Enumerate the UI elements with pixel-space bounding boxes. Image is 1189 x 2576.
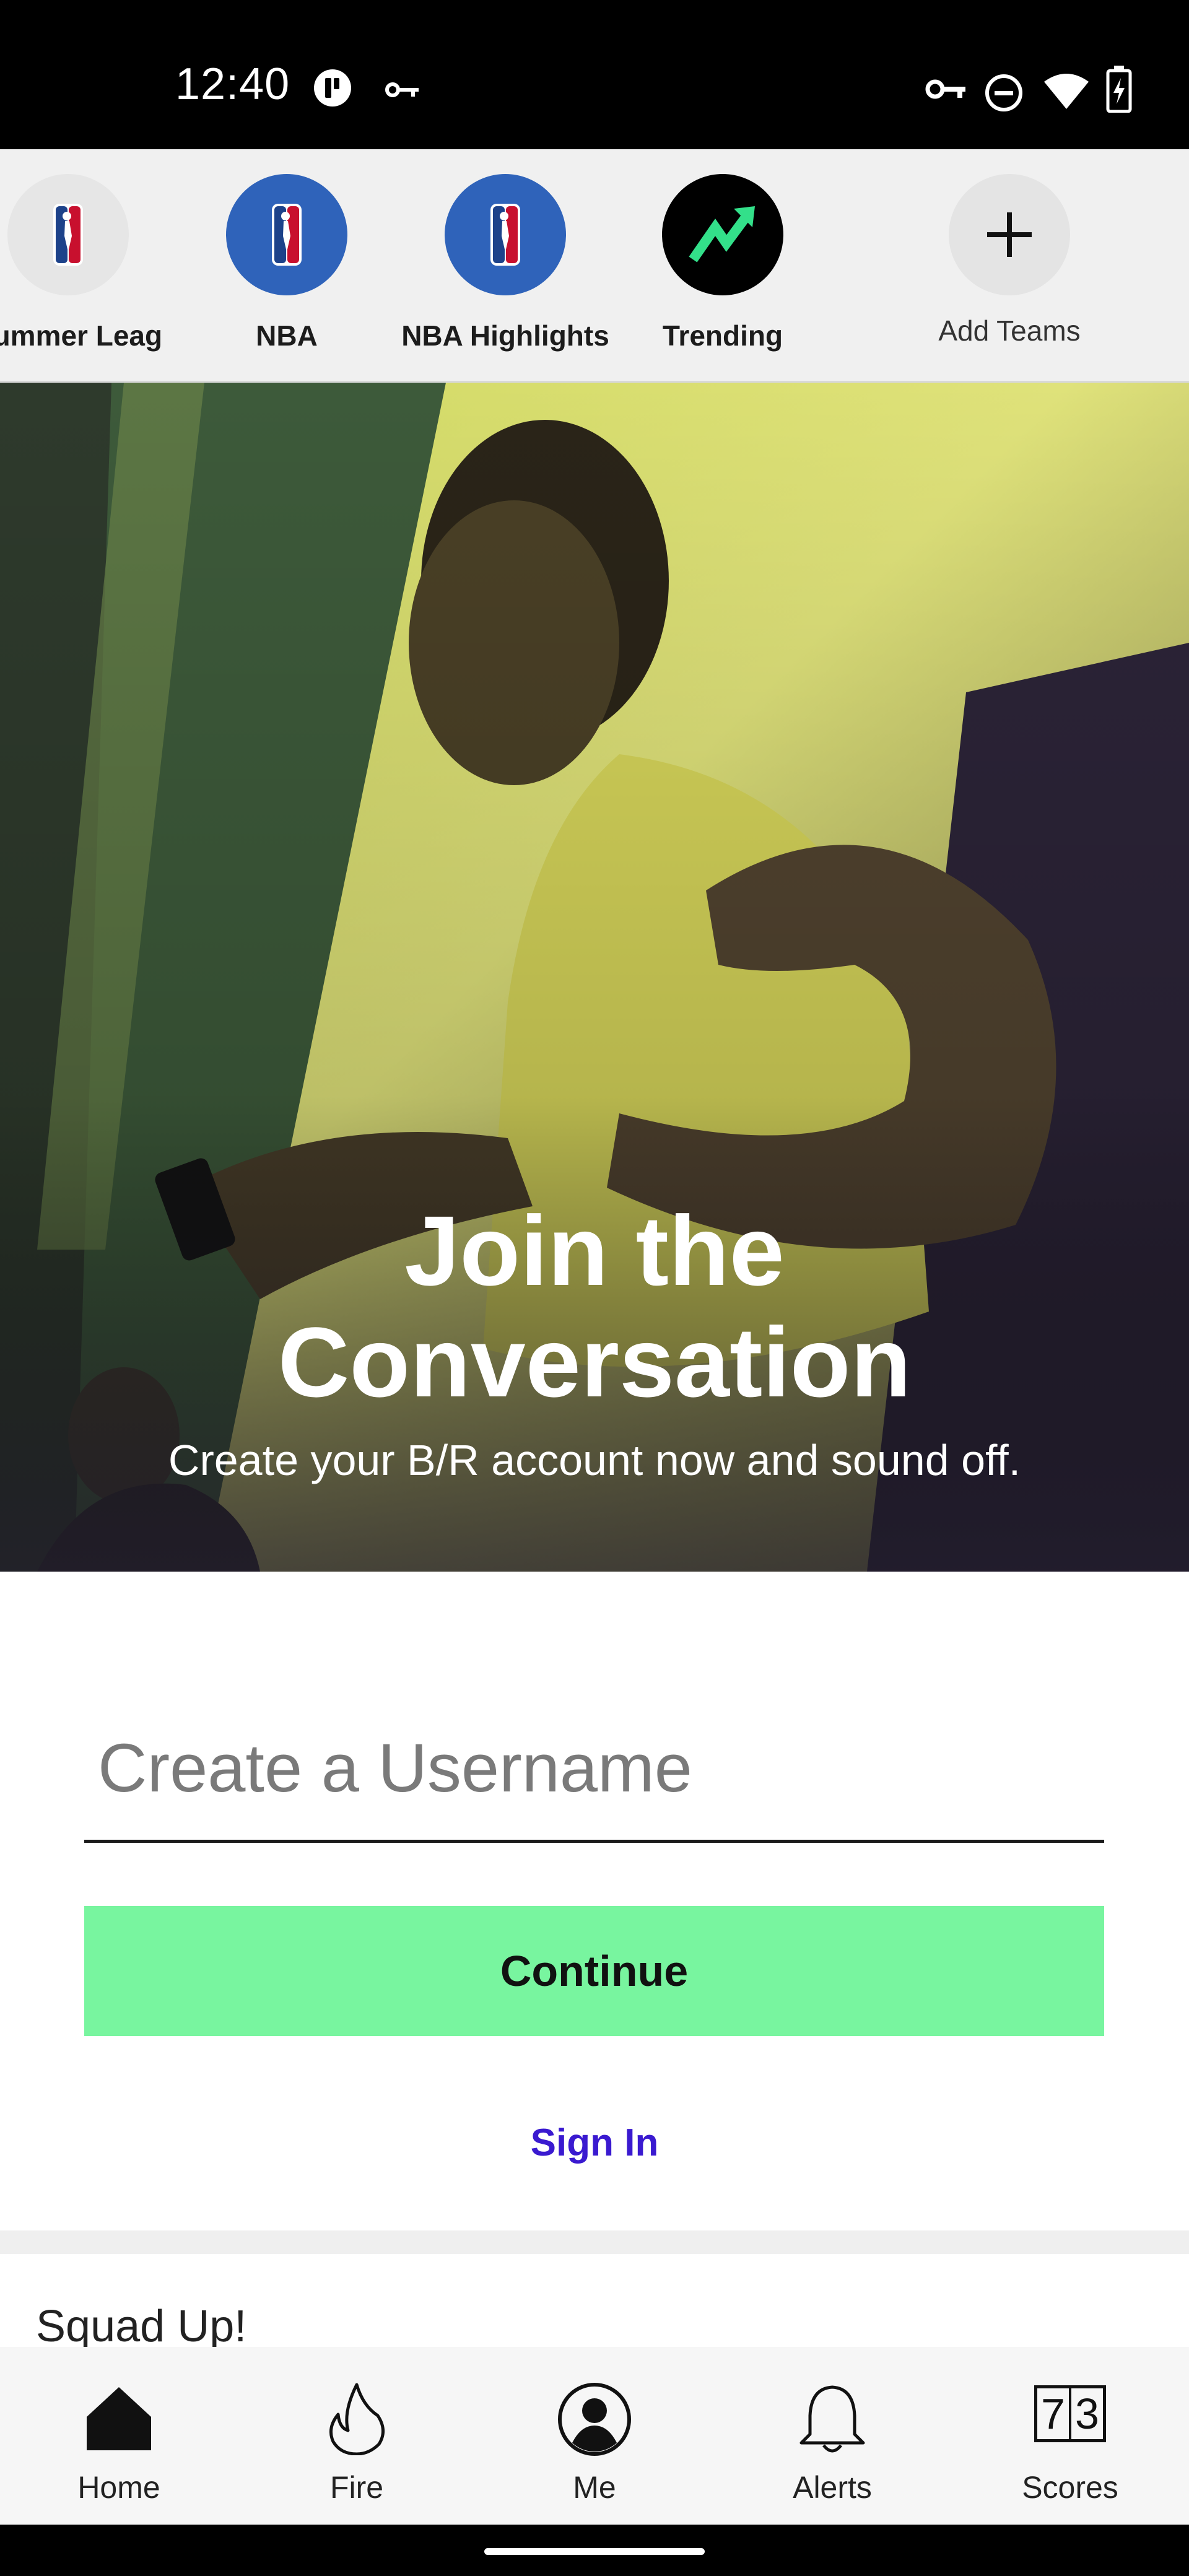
nav-label: Fire [329, 2470, 384, 2505]
gesture-handle[interactable] [484, 2548, 705, 2555]
team-label: Add Teams [938, 315, 1081, 347]
profile-icon [558, 2383, 631, 2456]
do-not-disturb-icon [985, 74, 1022, 111]
username-input[interactable] [84, 1697, 1104, 1843]
team-avatar [662, 174, 783, 295]
nba-logo-icon [490, 204, 520, 266]
team-nba-highlights[interactable]: NBA Highlights [388, 149, 623, 381]
team-label: NBA [256, 320, 318, 352]
sign-in-link[interactable]: Sign In [0, 2121, 1189, 2165]
bell-icon [799, 2385, 865, 2453]
scores-icon: 7 3 [1034, 2385, 1106, 2442]
fire-icon [329, 2383, 385, 2455]
hero-title-line1: Join the [404, 1195, 785, 1306]
hero-title: Join the Conversation [0, 1195, 1189, 1418]
nav-label: Me [573, 2470, 616, 2505]
team-summer-league[interactable]: Summer Leag [0, 149, 186, 381]
hero-subtitle: Create your B/R account now and sound of… [168, 1436, 1021, 1484]
team-label: Summer Leag [0, 320, 163, 352]
team-avatar [226, 174, 347, 295]
team-label: NBA Highlights [401, 320, 609, 352]
nav-me[interactable]: Me [476, 2347, 713, 2525]
teams-row: Summer Leag NBA NBA Highlights [0, 149, 1189, 383]
team-avatar [949, 174, 1070, 295]
add-teams-button[interactable]: Add Teams [892, 149, 1127, 381]
battery-charging-icon [1106, 66, 1132, 113]
app-notification-icon [314, 69, 351, 107]
status-bar: 12:40 [0, 0, 1189, 149]
nav-label: Scores [1022, 2470, 1118, 2505]
nav-label: Home [77, 2470, 160, 2505]
team-nba[interactable]: NBA [169, 149, 404, 381]
score-digit: 7 [1037, 2388, 1071, 2439]
nba-logo-icon [53, 204, 83, 266]
key-icon [925, 79, 965, 99]
team-trending[interactable]: Trending [605, 149, 840, 381]
bottom-nav: Home Fire Me Alerts 7 3 Scores [0, 2347, 1189, 2525]
gesture-bar [0, 2525, 1189, 2576]
nba-logo-icon [272, 204, 302, 266]
nav-scores[interactable]: 7 3 Scores [951, 2347, 1189, 2525]
score-digit: 3 [1075, 2390, 1099, 2438]
home-icon [87, 2387, 151, 2450]
squad-up-title: Squad Up! [36, 2302, 247, 2351]
hero-title-line2: Conversation [277, 1307, 912, 1417]
nav-alerts[interactable]: Alerts [713, 2347, 951, 2525]
nav-label: Alerts [793, 2470, 872, 2505]
vpn-key-icon [385, 82, 419, 97]
continue-button[interactable]: Continue [84, 1906, 1104, 2036]
trending-arrow-icon [689, 206, 755, 263]
team-label: Trending [662, 320, 783, 352]
plus-icon [987, 212, 1032, 257]
team-avatar [445, 174, 566, 295]
nav-home[interactable]: Home [0, 2347, 238, 2525]
team-avatar [7, 174, 129, 295]
wifi-icon [1044, 74, 1089, 109]
section-divider [0, 2230, 1189, 2254]
status-time: 12:40 [175, 59, 290, 109]
nav-fire[interactable]: Fire [238, 2347, 476, 2525]
